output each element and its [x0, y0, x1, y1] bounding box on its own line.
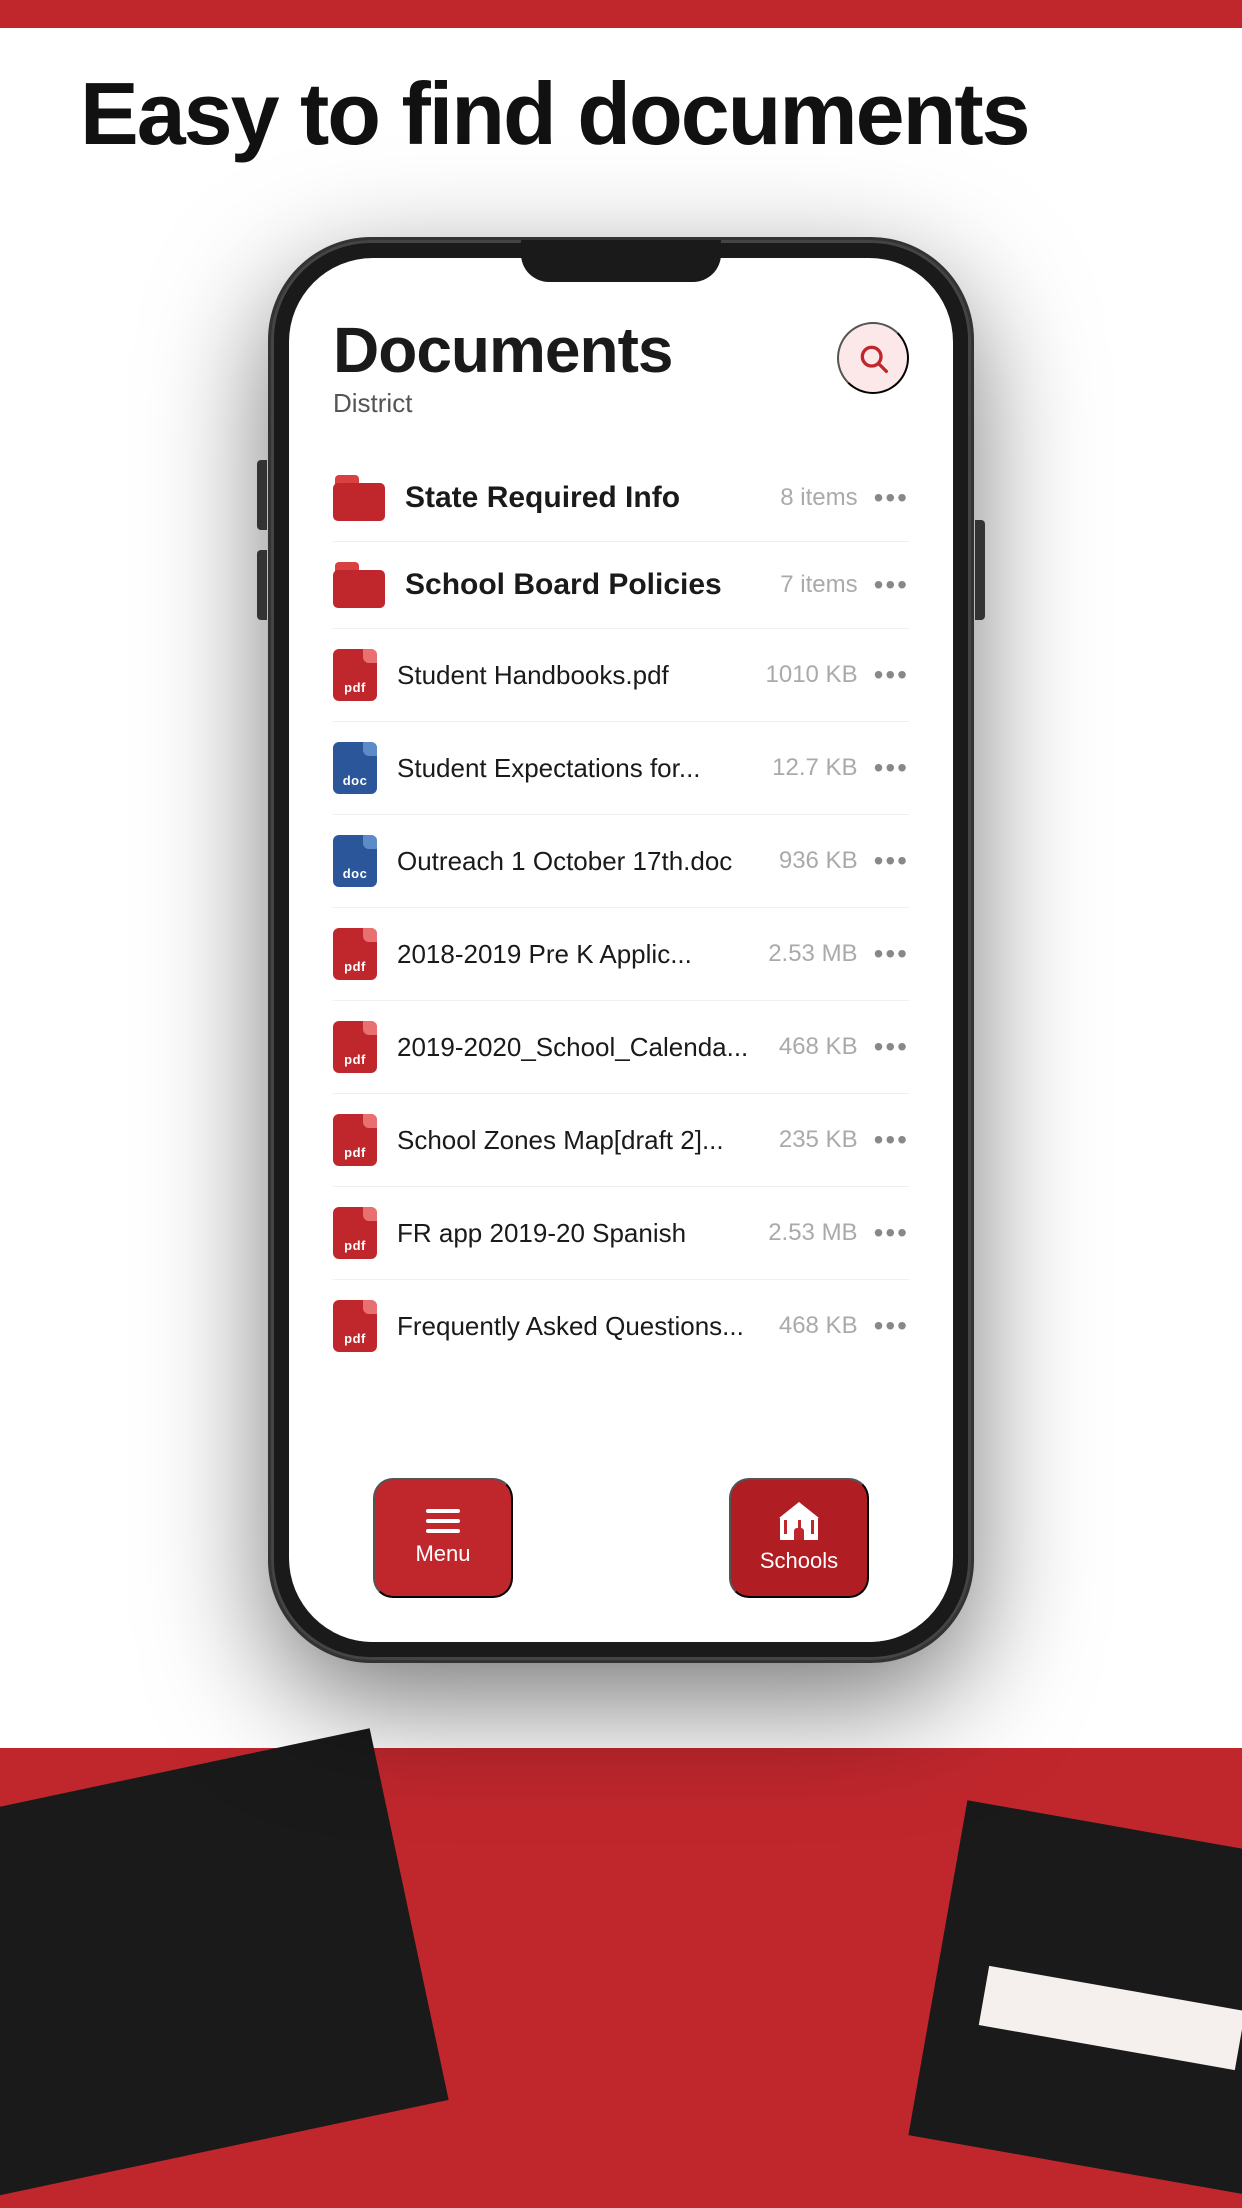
- file-name: 2019-2020_School_Calenda...: [397, 1032, 763, 1063]
- list-item[interactable]: School Board Policies 7 items •••: [333, 542, 909, 629]
- page-title: Easy to find documents: [80, 70, 1029, 158]
- list-item[interactable]: pdf Frequently Asked Questions... 468 KB…: [333, 1280, 909, 1372]
- doc-icon: doc: [333, 742, 377, 794]
- file-size: 1010 KB: [766, 661, 858, 689]
- documents-subtitle: District: [333, 388, 673, 419]
- file-size: 8 items: [780, 484, 857, 512]
- list-item[interactable]: pdf 2018-2019 Pre K Applic... 2.53 MB ••…: [333, 908, 909, 1001]
- list-item[interactable]: doc Outreach 1 October 17th.doc 936 KB •…: [333, 815, 909, 908]
- file-name: FR app 2019-20 Spanish: [397, 1218, 752, 1249]
- list-item[interactable]: pdf FR app 2019-20 Spanish 2.53 MB •••: [333, 1187, 909, 1280]
- file-info: 2018-2019 Pre K Applic...: [397, 939, 752, 970]
- doc-icon: doc: [333, 835, 377, 887]
- file-size: 468 KB: [779, 1033, 858, 1061]
- phone-frame: Documents District: [271, 240, 971, 1660]
- file-info: 2019-2020_School_Calenda...: [397, 1032, 763, 1063]
- more-options-button[interactable]: •••: [874, 1217, 909, 1249]
- hamburger-icon: [426, 1509, 460, 1533]
- file-name: 2018-2019 Pre K Applic...: [397, 939, 752, 970]
- file-size: 7 items: [780, 571, 857, 599]
- file-info: FR app 2019-20 Spanish: [397, 1218, 752, 1249]
- more-options-button[interactable]: •••: [874, 845, 909, 877]
- list-item[interactable]: doc Student Expectations for... 12.7 KB …: [333, 722, 909, 815]
- schools-label: Schools: [760, 1548, 838, 1574]
- volume-down-button: [257, 550, 267, 620]
- phone-notch: [521, 240, 721, 282]
- file-size: 2.53 MB: [768, 940, 857, 968]
- file-info: Outreach 1 October 17th.doc: [397, 846, 763, 877]
- file-info: School Zones Map[draft 2]...: [397, 1125, 763, 1156]
- more-options-button[interactable]: •••: [874, 1310, 909, 1342]
- file-name: School Zones Map[draft 2]...: [397, 1125, 763, 1156]
- folder-icon: [333, 475, 385, 521]
- more-options-button[interactable]: •••: [874, 569, 909, 601]
- pdf-icon: pdf: [333, 649, 377, 701]
- volume-up-button: [257, 460, 267, 530]
- list-item[interactable]: pdf School Zones Map[draft 2]... 235 KB …: [333, 1094, 909, 1187]
- bottom-decoration: [0, 1628, 1242, 2208]
- file-info: Student Expectations for...: [397, 753, 756, 784]
- header-text: Documents District: [333, 318, 673, 419]
- file-size: 936 KB: [779, 847, 858, 875]
- file-name: Student Handbooks.pdf: [397, 660, 750, 691]
- bottom-navigation: Menu Schools: [333, 1458, 909, 1642]
- more-options-button[interactable]: •••: [874, 752, 909, 784]
- more-options-button[interactable]: •••: [874, 938, 909, 970]
- power-button: [975, 520, 985, 620]
- search-icon: [857, 342, 889, 374]
- file-size: 2.53 MB: [768, 1219, 857, 1247]
- pdf-icon: pdf: [333, 1207, 377, 1259]
- documents-header: Documents District: [333, 318, 909, 419]
- file-name: Frequently Asked Questions...: [397, 1311, 763, 1342]
- pdf-icon: pdf: [333, 928, 377, 980]
- list-item[interactable]: pdf Student Handbooks.pdf 1010 KB •••: [333, 629, 909, 722]
- folder-icon: [333, 562, 385, 608]
- menu-button[interactable]: Menu: [373, 1478, 513, 1598]
- more-options-button[interactable]: •••: [874, 659, 909, 691]
- search-button[interactable]: [837, 322, 909, 394]
- file-name: Student Expectations for...: [397, 753, 756, 784]
- school-icon: [779, 1502, 819, 1540]
- screen-content: Documents District: [289, 258, 953, 1642]
- file-info: School Board Policies: [405, 568, 764, 602]
- top-status-bar: [0, 0, 1242, 28]
- schools-button[interactable]: Schools: [729, 1478, 869, 1598]
- more-options-button[interactable]: •••: [874, 1031, 909, 1063]
- more-options-button[interactable]: •••: [874, 1124, 909, 1156]
- file-name: School Board Policies: [405, 568, 764, 602]
- file-name: State Required Info: [405, 481, 764, 515]
- pdf-icon: pdf: [333, 1114, 377, 1166]
- file-info: Frequently Asked Questions...: [397, 1311, 763, 1342]
- file-name: Outreach 1 October 17th.doc: [397, 846, 763, 877]
- file-info: State Required Info: [405, 481, 764, 515]
- file-list: State Required Info 8 items ••• School B…: [333, 455, 909, 1458]
- list-item[interactable]: State Required Info 8 items •••: [333, 455, 909, 542]
- phone-screen: Documents District: [289, 258, 953, 1642]
- menu-label: Menu: [415, 1541, 470, 1567]
- pdf-icon: pdf: [333, 1021, 377, 1073]
- more-options-button[interactable]: •••: [874, 482, 909, 514]
- file-size: 12.7 KB: [772, 754, 857, 782]
- pdf-icon: pdf: [333, 1300, 377, 1352]
- list-item[interactable]: pdf 2019-2020_School_Calenda... 468 KB •…: [333, 1001, 909, 1094]
- file-size: 235 KB: [779, 1126, 858, 1154]
- file-info: Student Handbooks.pdf: [397, 660, 750, 691]
- documents-title: Documents: [333, 318, 673, 382]
- file-size: 468 KB: [779, 1312, 858, 1340]
